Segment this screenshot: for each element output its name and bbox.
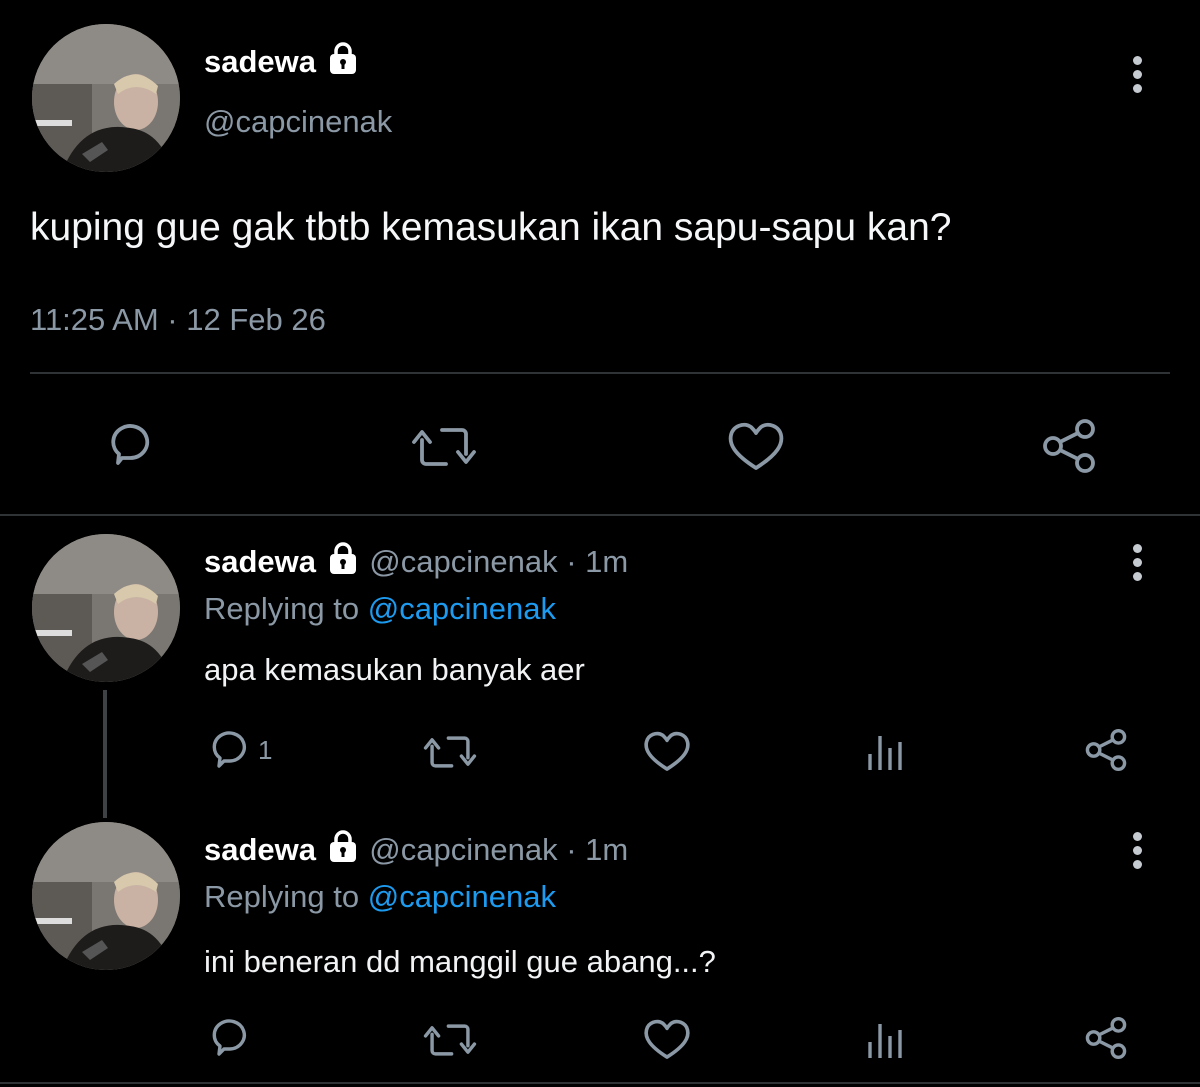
reply-icon[interactable] — [102, 418, 158, 474]
share-icon[interactable] — [1082, 726, 1130, 774]
like-icon[interactable] — [642, 728, 692, 774]
like-icon[interactable] — [642, 1016, 692, 1062]
lock-icon — [325, 540, 361, 588]
mention-link[interactable]: @capcinenak — [368, 591, 556, 626]
reply-count: 1 — [258, 735, 273, 765]
like-icon[interactable] — [726, 418, 786, 474]
reply-header: sadewa @capcinenak · 1m — [204, 540, 628, 588]
replying-to: Replying to @capcinenak — [204, 587, 556, 631]
mention-link[interactable]: @capcinenak — [368, 879, 556, 914]
tweet-timestamp[interactable]: 11:25 AM · 12 Feb 26 — [30, 298, 326, 342]
lock-icon — [325, 40, 361, 88]
reply-header: sadewa @capcinenak · 1m — [204, 828, 628, 876]
reply-time[interactable]: · 1m — [566, 544, 628, 579]
tweet-text: kuping gue gak tbtb kemasukan ikan sapu-… — [30, 206, 952, 249]
retweet-icon[interactable] — [422, 730, 478, 774]
reply-time[interactable]: · 1m — [566, 832, 628, 867]
handle[interactable]: @capcinenak — [369, 832, 557, 867]
divider — [30, 372, 1170, 374]
display-name[interactable]: sadewa — [204, 544, 316, 579]
reply-text: ini beneran dd manggil gue abang...? — [204, 944, 716, 979]
retweet-icon[interactable] — [410, 420, 478, 474]
display-name[interactable]: sadewa — [204, 832, 316, 867]
replying-to-label: Replying to — [204, 591, 360, 626]
handle[interactable]: @capcinenak — [204, 100, 392, 144]
handle[interactable]: @capcinenak — [369, 544, 557, 579]
reply-icon[interactable] — [206, 726, 254, 774]
analytics-icon[interactable] — [866, 1018, 906, 1062]
divider — [0, 1082, 1200, 1084]
avatar[interactable] — [32, 534, 180, 682]
share-icon[interactable] — [1038, 416, 1100, 476]
retweet-icon[interactable] — [422, 1018, 478, 1062]
more-options-icon[interactable] — [1131, 56, 1143, 96]
more-options-icon[interactable] — [1131, 544, 1143, 584]
reply-text: apa kemasukan banyak aer — [204, 652, 585, 687]
thread-line — [103, 690, 107, 818]
display-name-text[interactable]: sadewa — [204, 44, 316, 79]
avatar[interactable] — [32, 24, 180, 172]
divider — [0, 514, 1200, 516]
display-name[interactable]: sadewa — [204, 40, 361, 88]
analytics-icon[interactable] — [866, 730, 906, 774]
more-options-icon[interactable] — [1131, 832, 1143, 872]
share-icon[interactable] — [1082, 1014, 1130, 1062]
avatar[interactable] — [32, 822, 180, 970]
replying-to: Replying to @capcinenak — [204, 875, 556, 919]
reply-icon[interactable] — [206, 1014, 254, 1062]
replying-to-label: Replying to — [204, 879, 360, 914]
lock-icon — [325, 828, 361, 876]
